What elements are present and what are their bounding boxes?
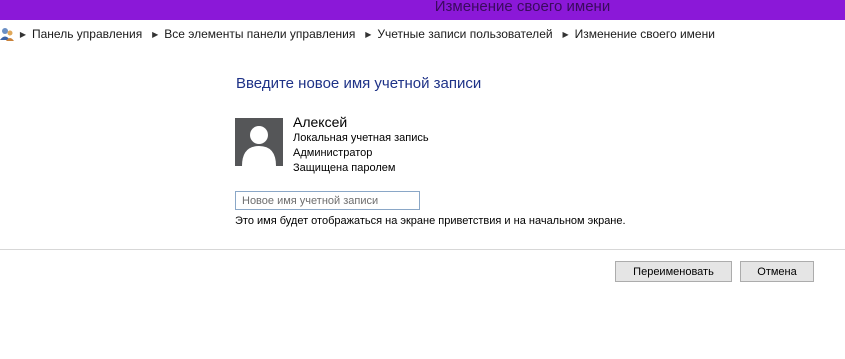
cancel-button[interactable]: Отмена: [740, 261, 814, 282]
new-name-input[interactable]: [235, 191, 420, 210]
breadcrumb-item-control-panel[interactable]: Панель управления: [32, 27, 142, 41]
title-bar: Изменение своего имени: [0, 0, 845, 20]
page-title: Введите новое имя учетной записи: [236, 75, 482, 92]
user-avatar-icon: [235, 118, 283, 166]
breadcrumb-item-all-items[interactable]: Все элементы панели управления: [164, 27, 355, 41]
rename-button[interactable]: Переименовать: [615, 261, 732, 282]
account-role: Администратор: [293, 147, 373, 159]
chevron-right-icon: ▶: [365, 29, 372, 39]
password-status: Защищена паролем: [293, 162, 396, 174]
breadcrumb-item-user-accounts[interactable]: Учетные записи пользователей: [377, 27, 552, 41]
chevron-right-icon: ▶: [152, 29, 159, 39]
chevron-right-icon: ▶: [562, 29, 569, 39]
users-icon[interactable]: [0, 26, 14, 42]
breadcrumb: ▶ Панель управления ▶ Все элементы панел…: [0, 22, 845, 46]
divider: [0, 249, 845, 250]
user-name: Алексей: [293, 114, 348, 130]
breadcrumb-item-change-name[interactable]: Изменение своего имени: [575, 27, 715, 41]
window-title: Изменение своего имени: [434, 0, 611, 15]
user-info: Алексей Локальная учетная запись Админис…: [293, 114, 429, 176]
hint-text: Это имя будет отображаться на экране при…: [235, 215, 626, 227]
account-type: Локальная учетная запись: [293, 132, 429, 144]
chevron-right-icon: ▶: [19, 29, 27, 39]
